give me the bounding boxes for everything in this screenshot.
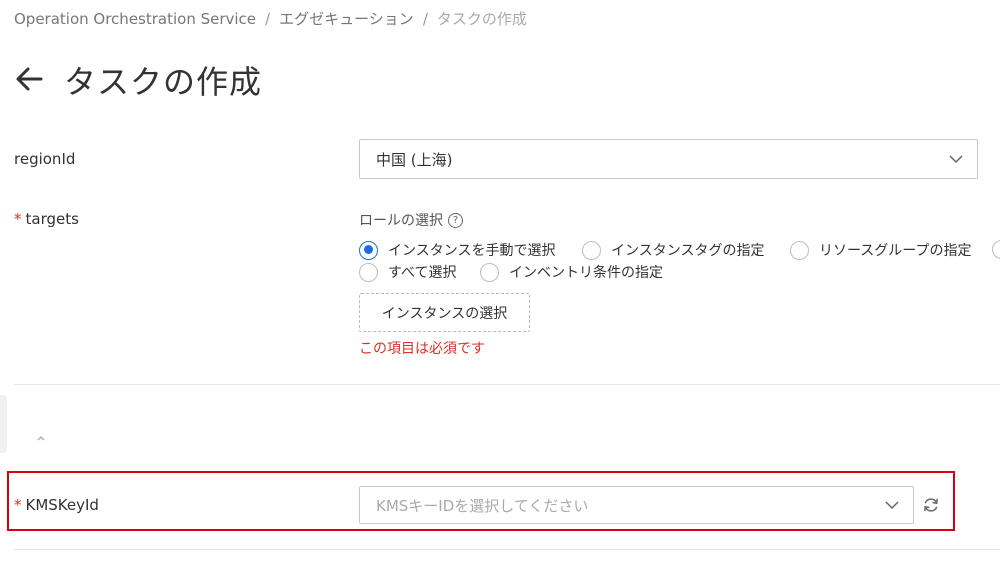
- kms-key-placeholder: KMSキーIDを選択してください: [376, 496, 589, 515]
- kms-key-label: * KMSKeyId: [14, 496, 99, 514]
- back-arrow-icon[interactable]: [14, 64, 44, 94]
- role-selection-text: ロールの選択: [359, 213, 443, 229]
- chevron-down-icon: [949, 155, 963, 164]
- radio-label: インスタンスを手動で選択: [388, 243, 556, 259]
- radio-circle: [790, 240, 809, 260]
- radio-circle: [480, 262, 499, 282]
- radio-circle: [359, 262, 378, 282]
- page-title: タスクの作成: [64, 63, 263, 101]
- section-divider: [14, 384, 1000, 385]
- radio-label: リソースグループの指定: [819, 243, 972, 259]
- region-select-value: 中国 (上海): [376, 150, 453, 169]
- required-mark: *: [14, 210, 22, 228]
- kms-key-select[interactable]: KMSキーIDを選択してください: [359, 486, 914, 524]
- role-selection-label: ロールの選択 ?: [359, 210, 463, 230]
- section-divider: [14, 549, 1000, 550]
- targets-label-text: targets: [25, 210, 79, 228]
- radio-circle: [992, 240, 1000, 259]
- breadcrumb-current: タスクの作成: [436, 10, 527, 28]
- chevron-down-icon: [885, 501, 899, 510]
- region-select[interactable]: 中国 (上海): [359, 139, 978, 179]
- side-panel-tab[interactable]: [0, 395, 7, 453]
- radio-label: インベントリ条件の指定: [509, 265, 663, 281]
- radio-label: インスタンスタグの指定: [611, 243, 765, 259]
- required-mark: *: [14, 496, 22, 514]
- radio-resource-group[interactable]: リソースグループの指定: [790, 240, 971, 260]
- breadcrumb-link-execution[interactable]: エグゼキューション: [279, 10, 414, 28]
- radio-inventory-condition[interactable]: インベントリ条件の指定: [480, 262, 663, 282]
- required-error-message: この項目は必須です: [359, 341, 485, 357]
- radio-circle: [582, 240, 601, 260]
- radio-manual-instances[interactable]: インスタンスを手動で選択: [359, 240, 555, 260]
- kms-key-label-text: KMSKeyId: [25, 496, 99, 514]
- breadcrumb-separator: /: [422, 10, 428, 28]
- refresh-icon[interactable]: [921, 495, 941, 515]
- radio-instance-tags[interactable]: インスタンスタグの指定: [582, 240, 764, 260]
- chevron-up-icon[interactable]: [33, 432, 49, 444]
- breadcrumb: Operation Orchestration Service / エグゼキューショ…: [14, 8, 527, 29]
- region-label: regionId: [14, 150, 76, 168]
- select-instances-button[interactable]: インスタンスの選択: [359, 293, 530, 332]
- radio-label: すべて選択: [388, 265, 457, 281]
- targets-label: * targets: [14, 210, 79, 228]
- radio-select-all[interactable]: すべて選択: [359, 262, 456, 282]
- help-icon[interactable]: ?: [448, 212, 463, 228]
- radio-circle-checked: [359, 240, 378, 260]
- radio-clipped-option[interactable]: [992, 240, 1000, 259]
- breadcrumb-separator: /: [265, 10, 271, 28]
- breadcrumb-link-oos[interactable]: Operation Orchestration Service: [14, 10, 256, 28]
